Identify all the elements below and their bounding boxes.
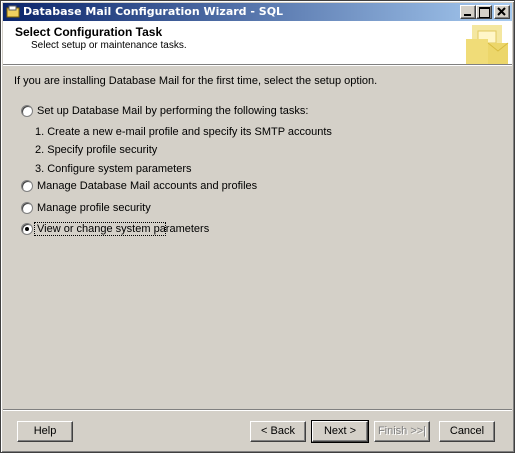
- finish-button[interactable]: Finish >>|: [374, 421, 430, 442]
- setup-step-1: 1. Create a new e-mail profile and speci…: [35, 126, 332, 138]
- app-icon: [6, 5, 20, 18]
- minimize-button[interactable]: [460, 5, 476, 19]
- setup-step-2: 2. Specify profile security: [35, 144, 158, 156]
- system-parameters-label[interactable]: View or change system parameters: [37, 223, 209, 235]
- back-button[interactable]: < Back: [250, 421, 306, 442]
- profile-security-label[interactable]: Manage profile security: [37, 202, 151, 214]
- setup-option-label[interactable]: Set up Database Mail by performing the f…: [37, 105, 308, 117]
- page-subtitle: Select setup or maintenance tasks.: [31, 40, 187, 51]
- title-bar[interactable]: Database Mail Configuration Wizard - SQL: [3, 3, 512, 21]
- close-button[interactable]: [494, 5, 510, 19]
- intro-text: If you are installing Database Mail for …: [14, 75, 378, 87]
- wizard-window: Database Mail Configuration Wizard - SQL…: [0, 0, 515, 453]
- setup-step-3: 3. Configure system parameters: [35, 163, 192, 175]
- manage-accounts-radio[interactable]: [21, 180, 33, 192]
- setup-radio[interactable]: [21, 105, 33, 117]
- help-button[interactable]: Help: [17, 421, 73, 442]
- window-title: Database Mail Configuration Wizard - SQL: [23, 5, 284, 18]
- next-button[interactable]: Next >: [311, 420, 369, 443]
- manage-accounts-label[interactable]: Manage Database Mail accounts and profil…: [37, 180, 257, 192]
- cancel-button[interactable]: Cancel: [439, 421, 495, 442]
- maximize-button[interactable]: [476, 5, 492, 19]
- footer-separator: [3, 409, 512, 411]
- database-mail-graphic-icon: [466, 25, 509, 64]
- profile-security-radio[interactable]: [21, 202, 33, 214]
- page-title: Select Configuration Task: [15, 25, 163, 39]
- system-parameters-radio[interactable]: [21, 223, 33, 235]
- page-header: Select Configuration Task Select setup o…: [3, 21, 512, 65]
- close-icon: [497, 7, 506, 16]
